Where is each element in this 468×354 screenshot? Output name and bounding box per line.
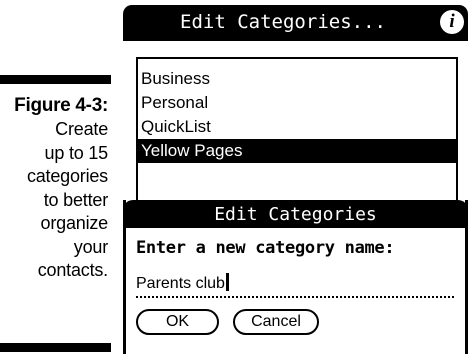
text-cursor <box>225 273 229 291</box>
category-name-value: Parents club <box>136 275 225 292</box>
cancel-button[interactable]: Cancel <box>233 309 319 335</box>
title-bar: Edit Categories... i <box>123 5 468 41</box>
screen-title: Edit Categories... <box>180 11 386 33</box>
figure-label: Figure 4-3: <box>14 95 108 116</box>
category-item-business[interactable]: Business <box>138 67 456 91</box>
caption-line: to better <box>43 189 108 210</box>
category-name-input[interactable]: Parents club <box>136 272 454 298</box>
category-item-personal[interactable]: Personal <box>138 91 456 115</box>
caption-line: your <box>73 236 108 257</box>
figure-caption: Figure 4-3: Create up to 15 categories t… <box>0 94 108 283</box>
info-icon[interactable]: i <box>440 10 464 34</box>
category-item-yellow-pages[interactable]: Yellow Pages <box>138 139 456 163</box>
caption-line: contacts. <box>37 260 108 280</box>
dialog-title: Edit Categories <box>123 200 468 228</box>
caption-top-rule <box>0 75 111 84</box>
category-item-quicklist[interactable]: QuickList <box>138 115 456 139</box>
caption-line: up to 15 <box>44 142 109 163</box>
caption-line: organize <box>40 213 109 233</box>
palm-screen: Edit Categories... i Business Personal Q… <box>123 5 468 354</box>
caption-line: Create <box>55 119 108 139</box>
caption-line: categories <box>26 166 108 186</box>
ok-button[interactable]: OK <box>136 309 219 335</box>
edit-categories-dialog: Edit Categories Enter a new category nam… <box>123 200 468 354</box>
caption-bottom-rule <box>0 343 111 352</box>
dialog-prompt: Enter a new category name: <box>136 238 395 258</box>
